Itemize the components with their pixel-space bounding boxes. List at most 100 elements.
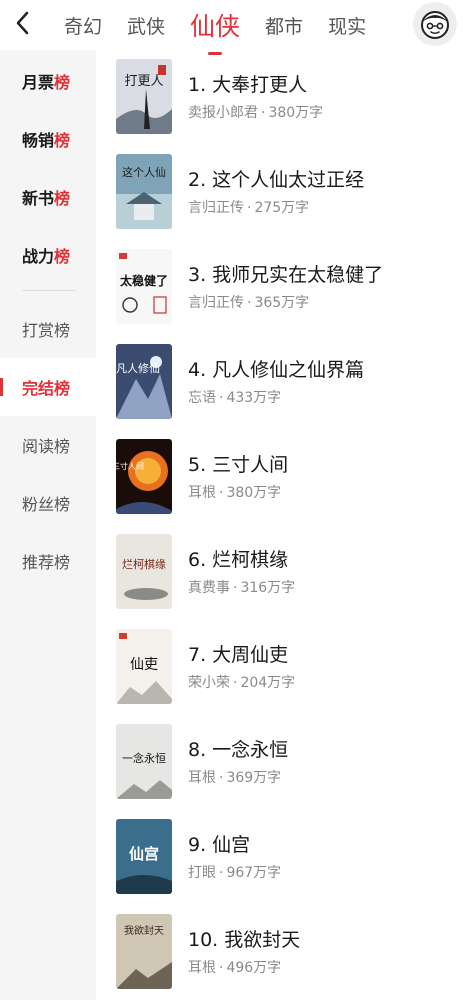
book-word-count: 204万字 bbox=[240, 675, 296, 691]
list-item[interactable]: 仙吏 7. 大周仙吏 荣小荣 · 204万字 bbox=[96, 620, 463, 715]
sidebar-item-suffix: 榜 bbox=[54, 247, 71, 266]
sidebar-item-label: 战力 bbox=[22, 247, 55, 266]
book-cover: 仙宫 bbox=[116, 819, 172, 894]
cover-art: 这个人仙 bbox=[116, 154, 172, 229]
book-cover: 太稳健了 bbox=[116, 249, 172, 324]
sidebar-item-label: 月票 bbox=[22, 73, 55, 92]
book-meta: 打眼 · 967万字 bbox=[188, 862, 281, 882]
cover-art: 太稳健了 bbox=[116, 249, 172, 324]
book-cover: 一念永恒 bbox=[116, 724, 172, 799]
book-author: 忘语 bbox=[188, 390, 216, 406]
sidebar-item-dashang[interactable]: 打赏榜 bbox=[0, 300, 96, 358]
book-title: 2. 这个人仙太过正经 bbox=[188, 169, 365, 191]
sidebar-item-xinshu[interactable]: 新书榜 bbox=[0, 168, 96, 226]
book-word-count: 380万字 bbox=[226, 485, 282, 501]
sidebar-item-zhanli[interactable]: 战力榜 bbox=[0, 226, 96, 284]
book-word-count: 316万字 bbox=[240, 580, 296, 596]
book-title: 1. 大奉打更人 bbox=[188, 74, 308, 96]
tab-label: 武侠 bbox=[127, 15, 166, 38]
separator: · bbox=[233, 580, 238, 596]
book-cover: 这个人仙 bbox=[116, 154, 172, 229]
list-item[interactable]: 这个人仙 2. 这个人仙太过正经 言归正传 · 275万字 bbox=[96, 145, 463, 240]
list-item[interactable]: 太稳健了 3. 我师兄实在太稳健了 言归正传 · 365万字 bbox=[96, 240, 463, 335]
cover-title: 打更人 bbox=[124, 74, 163, 89]
cover-art: 打更人 bbox=[116, 59, 172, 134]
book-word-count: 365万字 bbox=[254, 295, 310, 311]
cover-art: 一念永恒 bbox=[116, 724, 172, 799]
sidebar-item-suffix: 榜 bbox=[54, 131, 71, 150]
book-cover: 三寸人间 bbox=[116, 439, 172, 514]
back-button[interactable] bbox=[8, 8, 38, 38]
book-ranking-list: 打更人 1. 大奉打更人 卖报小郎君 · 380万字 这个人仙 2. 这个人仙太过正… bbox=[96, 50, 463, 1000]
book-author: 荣小荣 bbox=[188, 675, 230, 691]
list-item[interactable]: 烂柯棋缘 6. 烂柯棋缘 真费事 · 316万字 bbox=[96, 525, 463, 620]
sidebar-item-wanjie[interactable]: 完结榜 bbox=[0, 358, 96, 416]
book-meta: 忘语 · 433万字 bbox=[188, 387, 281, 407]
user-avatar-icon bbox=[421, 11, 449, 39]
sidebar-item-label: 畅销 bbox=[22, 131, 55, 150]
book-author: 耳根 bbox=[188, 485, 216, 501]
cover-art: 凡人修仙 bbox=[116, 344, 172, 419]
book-author: 真费事 bbox=[188, 580, 230, 596]
cover-title: 仙吏 bbox=[130, 657, 158, 673]
list-item[interactable]: 一念永恒 8. 一念永恒 耳根 · 369万字 bbox=[96, 715, 463, 810]
sidebar-item-label: 阅读榜 bbox=[22, 437, 71, 456]
separator: · bbox=[219, 865, 224, 881]
sidebar-item-tuijian[interactable]: 推荐榜 bbox=[0, 532, 96, 590]
cover-art: 烂柯棋缘 bbox=[116, 534, 172, 609]
book-cover: 烂柯棋缘 bbox=[116, 534, 172, 609]
cover-title: 一念永恒 bbox=[122, 751, 166, 765]
separator: · bbox=[219, 390, 224, 406]
separator: · bbox=[247, 200, 252, 216]
cover-art: 仙吏 bbox=[116, 629, 172, 704]
sidebar-item-label: 打赏榜 bbox=[22, 321, 71, 340]
book-title: 3. 我师兄实在太稳健了 bbox=[188, 264, 384, 286]
book-title: 7. 大周仙吏 bbox=[188, 644, 289, 666]
list-item[interactable]: 凡人修仙 4. 凡人修仙之仙界篇 忘语 · 433万字 bbox=[96, 335, 463, 430]
book-word-count: 496万字 bbox=[226, 960, 282, 976]
tab-wuxia[interactable]: 武侠 bbox=[127, 12, 165, 39]
book-meta: 耳根 · 380万字 bbox=[188, 482, 281, 502]
book-title: 10. 我欲封天 bbox=[188, 929, 301, 951]
tab-dushi[interactable]: 都市 bbox=[265, 12, 303, 39]
user-avatar-button[interactable] bbox=[413, 2, 457, 46]
book-meta: 真费事 · 316万字 bbox=[188, 577, 295, 597]
book-author: 耳根 bbox=[188, 960, 216, 976]
sidebar-item-label: 完结榜 bbox=[22, 379, 71, 398]
tab-qihuan[interactable]: 奇幻 bbox=[64, 12, 102, 39]
book-title: 8. 一念永恒 bbox=[188, 739, 289, 761]
sidebar-item-yuepiao[interactable]: 月票榜 bbox=[0, 52, 96, 110]
sidebar-item-yuedu[interactable]: 阅读榜 bbox=[0, 416, 96, 474]
sidebar-item-changxiao[interactable]: 畅销榜 bbox=[0, 110, 96, 168]
tab-xianxia[interactable]: 仙侠 bbox=[190, 7, 240, 55]
book-author: 言归正传 bbox=[188, 295, 244, 311]
list-item[interactable]: 我欲封天 10. 我欲封天 耳根 · 496万字 bbox=[96, 905, 463, 1000]
book-title: 5. 三寸人间 bbox=[188, 454, 289, 476]
sidebar-item-label: 推荐榜 bbox=[22, 553, 71, 572]
book-cover: 打更人 bbox=[116, 59, 172, 134]
book-title: 9. 仙宫 bbox=[188, 834, 251, 856]
book-title: 4. 凡人修仙之仙界篇 bbox=[188, 359, 365, 381]
sidebar-item-fensi[interactable]: 粉丝榜 bbox=[0, 474, 96, 532]
book-word-count: 275万字 bbox=[254, 200, 310, 216]
book-word-count: 380万字 bbox=[268, 105, 324, 121]
tab-label: 奇幻 bbox=[64, 15, 103, 38]
book-meta: 言归正传 · 275万字 bbox=[188, 197, 309, 217]
book-cover: 仙吏 bbox=[116, 629, 172, 704]
book-meta: 荣小荣 · 204万字 bbox=[188, 672, 295, 692]
cover-title: 凡人修仙 bbox=[116, 361, 160, 375]
tab-label: 都市 bbox=[265, 15, 304, 38]
list-item[interactable]: 打更人 1. 大奉打更人 卖报小郎君 · 380万字 bbox=[96, 50, 463, 145]
ranking-sidebar: 月票榜 畅销榜 新书榜 战力榜 打赏榜 完结榜 阅读榜 粉丝榜 推荐榜 bbox=[0, 50, 96, 1000]
list-item[interactable]: 三寸人间 5. 三寸人间 耳根·380万字 bbox=[96, 430, 463, 525]
book-author: 打眼 bbox=[188, 865, 216, 881]
cover-title: 这个人仙 bbox=[122, 165, 166, 179]
category-tabs: 奇幻 武侠 仙侠 都市 现实 bbox=[64, 0, 391, 55]
tab-xianshi[interactable]: 现实 bbox=[328, 12, 366, 39]
sidebar-item-label: 粉丝榜 bbox=[22, 495, 71, 514]
book-word-count: 369万字 bbox=[226, 770, 282, 786]
separator: · bbox=[261, 105, 266, 121]
cover-art: 我欲封天 bbox=[116, 914, 172, 989]
list-item[interactable]: 仙宫 9. 仙宫 打眼 · 967万字 bbox=[96, 810, 463, 905]
book-cover: 我欲封天 bbox=[116, 914, 172, 989]
